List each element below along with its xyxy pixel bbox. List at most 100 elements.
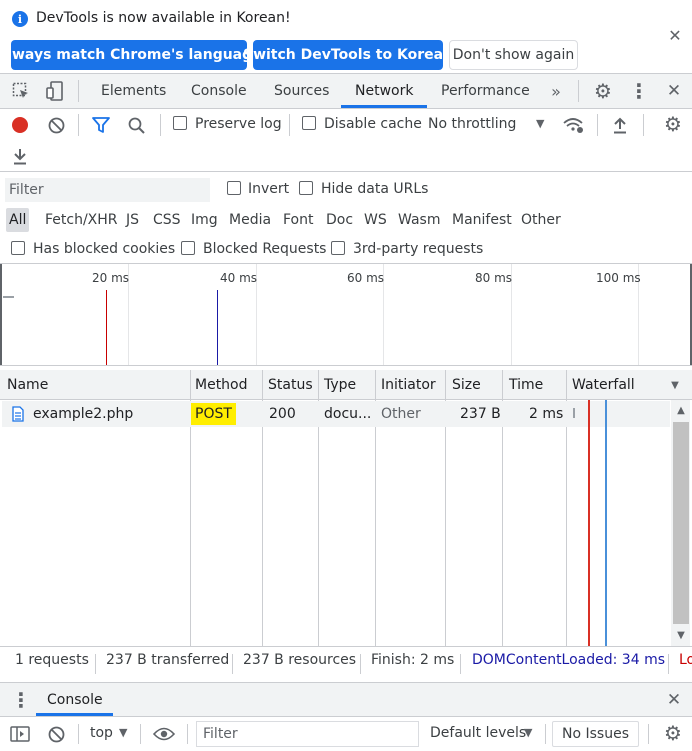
dont-show-again-button[interactable]: Don't show again bbox=[449, 40, 578, 70]
type-filter-manifest[interactable]: Manifest bbox=[449, 208, 515, 232]
clear-console-icon[interactable] bbox=[45, 723, 67, 745]
type-filter-fetch-xhr[interactable]: Fetch/XHR bbox=[42, 208, 121, 232]
tab-elements[interactable]: Elements bbox=[101, 74, 166, 108]
type-filter-media[interactable]: Media bbox=[226, 208, 274, 232]
overview-tick: 20 ms bbox=[92, 271, 130, 285]
close-drawer-icon[interactable]: ✕ bbox=[663, 689, 685, 711]
chevron-down-icon: ▼ bbox=[119, 726, 128, 739]
device-toolbar-icon[interactable] bbox=[44, 80, 66, 102]
search-icon[interactable] bbox=[125, 114, 147, 136]
throttling-value: No throttling bbox=[428, 116, 517, 132]
record-button[interactable] bbox=[9, 114, 31, 136]
column-time[interactable]: Time bbox=[509, 370, 543, 399]
type-filter-img[interactable]: Img bbox=[188, 208, 221, 232]
column-initiator[interactable]: Initiator bbox=[381, 370, 436, 399]
scroll-down-arrow-icon[interactable]: ▼ bbox=[674, 629, 688, 641]
console-filter-placeholder: Filter bbox=[203, 726, 238, 742]
record-icon bbox=[12, 117, 28, 133]
scrollbar-thumb[interactable] bbox=[673, 422, 689, 624]
info-icon: i bbox=[12, 11, 28, 27]
import-har-icon[interactable] bbox=[609, 114, 631, 136]
hide-data-urls-checkbox[interactable] bbox=[299, 181, 313, 199]
console-settings-icon[interactable]: ⚙ bbox=[662, 721, 684, 745]
drawer-tab-console[interactable]: Console bbox=[47, 692, 103, 708]
request-time: 2 ms bbox=[529, 406, 564, 422]
third-party-requests-checkbox[interactable] bbox=[331, 241, 345, 259]
type-filter-doc[interactable]: Doc bbox=[323, 208, 356, 232]
disable-cache-checkbox[interactable] bbox=[302, 116, 316, 134]
tab-network[interactable]: Network bbox=[355, 74, 413, 108]
type-filter-wasm[interactable]: Wasm bbox=[395, 208, 443, 232]
column-status[interactable]: Status bbox=[268, 370, 313, 399]
request-type: docu... bbox=[324, 406, 372, 422]
request-initiator: Other bbox=[381, 406, 421, 422]
column-type[interactable]: Type bbox=[324, 370, 356, 399]
more-tabs-icon[interactable]: » bbox=[547, 80, 565, 102]
chevron-down-icon: ▼ bbox=[536, 117, 545, 130]
live-expression-eye-icon[interactable] bbox=[152, 723, 176, 745]
hide-data-urls-label: Hide data URLs bbox=[321, 181, 429, 197]
blocked-requests-checkbox[interactable] bbox=[181, 241, 195, 259]
network-settings-icon[interactable]: ⚙ bbox=[662, 112, 684, 136]
overview-load-marker bbox=[106, 290, 107, 365]
throttling-select[interactable]: No throttling ▼ bbox=[424, 113, 552, 137]
console-filter-input[interactable]: Filter bbox=[196, 721, 419, 747]
blocked-requests-label: Blocked Requests bbox=[203, 241, 327, 257]
type-filter-all[interactable]: All bbox=[6, 208, 30, 232]
show-sidebar-icon[interactable] bbox=[9, 723, 31, 745]
column-size[interactable]: Size bbox=[452, 370, 481, 399]
inspect-element-icon[interactable] bbox=[10, 80, 32, 102]
request-size: 237 B bbox=[460, 406, 501, 422]
drawer-menu-icon[interactable]: ⋮ bbox=[11, 688, 31, 712]
preserve-log-checkbox[interactable] bbox=[173, 116, 187, 134]
request-status: 200 bbox=[269, 406, 296, 422]
column-name[interactable]: Name bbox=[7, 370, 48, 399]
log-levels-select[interactable]: Default levels ▼ bbox=[426, 723, 538, 745]
switch-devtools-language-button[interactable]: Switch DevTools to Korean bbox=[243, 40, 453, 70]
type-filter-other[interactable]: Other bbox=[518, 208, 564, 232]
waterfall-sort-chevron-icon[interactable]: ▼ bbox=[668, 378, 682, 392]
context-selector[interactable]: top ▼ bbox=[86, 723, 134, 745]
close-devtools-icon[interactable]: ✕ bbox=[663, 80, 685, 102]
close-infobar-icon[interactable]: ✕ bbox=[666, 26, 684, 45]
filter-input[interactable]: Filter bbox=[5, 178, 210, 202]
tab-console[interactable]: Console bbox=[191, 74, 247, 108]
type-filter-css[interactable]: CSS bbox=[150, 208, 184, 232]
status-requests-count: 1 requests bbox=[15, 652, 89, 668]
status-finish: Finish: 2 ms bbox=[371, 652, 455, 668]
tab-sources[interactable]: Sources bbox=[274, 74, 329, 108]
document-file-icon bbox=[11, 405, 25, 423]
third-party-requests-label: 3rd-party requests bbox=[353, 241, 484, 257]
settings-gear-icon[interactable]: ⚙ bbox=[592, 79, 614, 103]
export-har-icon[interactable] bbox=[9, 145, 31, 167]
request-method: POST bbox=[191, 403, 236, 425]
overview-tick: 60 ms bbox=[347, 271, 385, 285]
type-filter-js[interactable]: JS bbox=[123, 208, 142, 232]
invert-checkbox[interactable] bbox=[227, 181, 241, 199]
invert-label: Invert bbox=[248, 181, 290, 197]
overview-tick: 80 ms bbox=[475, 271, 513, 285]
type-filter-font[interactable]: Font bbox=[280, 208, 316, 232]
scroll-up-arrow-icon[interactable]: ▲ bbox=[674, 404, 688, 416]
preserve-log-label: Preserve log bbox=[195, 116, 282, 132]
filter-placeholder: Filter bbox=[9, 182, 44, 198]
has-blocked-cookies-checkbox[interactable] bbox=[11, 241, 25, 259]
waterfall-dcl-line bbox=[605, 400, 607, 646]
column-method[interactable]: Method bbox=[195, 370, 248, 399]
type-filter-ws[interactable]: WS bbox=[361, 208, 390, 232]
issues-button[interactable]: No Issues bbox=[552, 721, 639, 747]
overview-request-bar bbox=[3, 296, 14, 298]
request-name[interactable]: example2.php bbox=[33, 402, 133, 426]
status-resources: 237 B resources bbox=[243, 652, 357, 668]
clear-icon[interactable] bbox=[45, 114, 67, 136]
filter-funnel-icon[interactable] bbox=[90, 114, 112, 136]
always-match-language-button[interactable]: Always match Chrome's language bbox=[0, 40, 262, 70]
network-conditions-icon[interactable] bbox=[563, 114, 585, 136]
customize-menu-icon[interactable]: ⋮ bbox=[628, 79, 650, 103]
column-waterfall[interactable]: Waterfall bbox=[572, 370, 635, 399]
log-levels-value: Default levels bbox=[430, 725, 527, 741]
tab-performance[interactable]: Performance bbox=[441, 74, 530, 108]
context-value: top bbox=[90, 725, 113, 741]
disable-cache-label: Disable cache bbox=[324, 116, 422, 132]
overview-tick: 40 ms bbox=[220, 271, 258, 285]
